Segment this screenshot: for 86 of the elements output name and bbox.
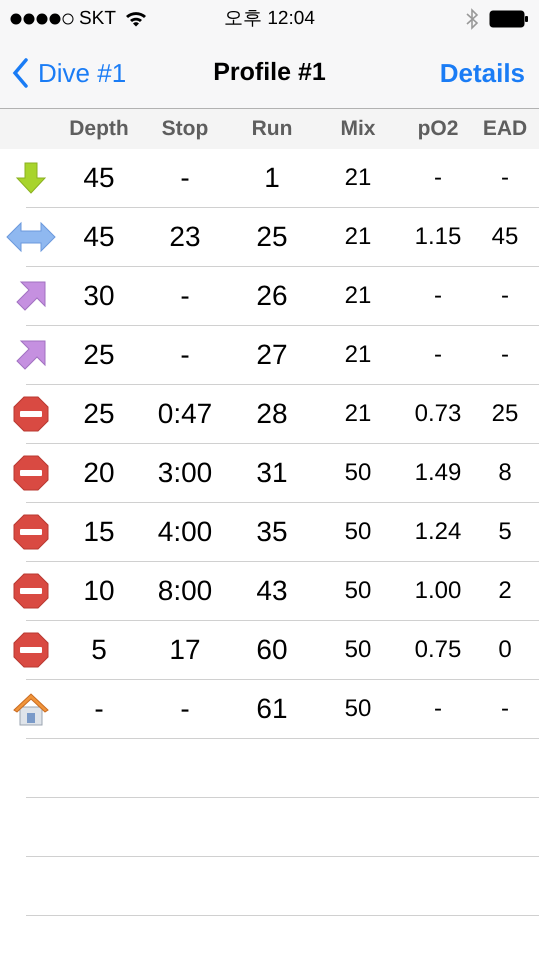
column-header: Depth — [68, 116, 130, 142]
table-cell-text: 45 — [82, 161, 116, 195]
table-cell-text: 2 — [497, 576, 513, 606]
down-arrow-icon — [14, 161, 48, 195]
house-icon — [13, 692, 49, 726]
table-cell-text: 4:00 — [156, 515, 214, 549]
left-right-arrow-icon — [6, 221, 56, 253]
table-cell-text: 10 — [82, 574, 116, 608]
table-cell-text: 21 — [344, 340, 372, 370]
column-header: Mix — [339, 116, 376, 142]
table-cell-text: 25 — [490, 399, 520, 429]
table-cell-text: 0.73 — [414, 399, 462, 429]
table-cell-text: 1.15 — [414, 222, 462, 252]
carrier-name: SKT — [79, 6, 116, 31]
table-cell-text: - — [179, 338, 191, 372]
table-cell-text: 50 — [344, 517, 372, 547]
table-cell-text: 50 — [344, 635, 372, 665]
stop-sign-icon — [13, 396, 49, 432]
table-cell-text: 21 — [344, 163, 372, 193]
table-cell-text: - — [93, 692, 105, 726]
wifi-icon — [124, 11, 147, 27]
table-cell-text: 21 — [344, 222, 372, 252]
table-cell-text: 5 — [497, 517, 513, 547]
chevron-left-icon — [12, 58, 28, 88]
table-cell-text: 0 — [497, 635, 513, 665]
table-cell-text: 50 — [344, 458, 372, 488]
table-cell-text: 1.24 — [414, 517, 462, 547]
battery-icon — [489, 10, 529, 28]
table-cell-text: 60 — [255, 633, 289, 667]
table-cell-text: 50 — [344, 576, 372, 606]
table-cell-text: 45 — [82, 220, 116, 254]
table-cell-text: 23 — [168, 220, 202, 254]
table-cell-text: 3:00 — [156, 456, 214, 490]
table-cell-text: 21 — [344, 281, 372, 311]
table-cell-text: 50 — [344, 694, 372, 724]
table-cell-text: 21 — [344, 399, 372, 429]
table-cell-text: - — [179, 279, 191, 313]
stop-sign-icon — [13, 455, 49, 491]
column-header: EAD — [482, 116, 528, 142]
table-cell-text: 25 — [255, 220, 289, 254]
table-cell-text: 15 — [82, 515, 116, 549]
table-cell-text: 61 — [255, 692, 289, 726]
stop-sign-icon — [13, 514, 49, 550]
table-cell-text: - — [433, 340, 443, 370]
screen-title: Profile #1 — [212, 57, 327, 88]
column-header: Stop — [160, 116, 210, 142]
table-cell-text: 8:00 — [156, 574, 214, 608]
table-cell-text: 20 — [82, 456, 116, 490]
table-cell-text: 27 — [255, 338, 289, 372]
bluetooth-icon — [465, 8, 479, 30]
table-cell-text: - — [179, 161, 191, 195]
table-cell-text: 45 — [490, 222, 520, 252]
table-cell-text: 25 — [82, 338, 116, 372]
table-cell-text: 30 — [82, 279, 116, 313]
signal-strength-icon — [10, 13, 76, 25]
table-cell-text: - — [179, 692, 191, 726]
table-cell-text: 1 — [263, 161, 281, 195]
details-button[interactable]: Details — [367, 54, 527, 92]
stop-sign-icon — [13, 632, 49, 668]
up-right-arrow-icon — [15, 339, 47, 371]
table-cell-text: 25 — [82, 397, 116, 431]
table-cell-text: 31 — [255, 456, 289, 490]
back-button[interactable]: Dive #1 — [12, 54, 172, 92]
table-cell-text: - — [500, 340, 510, 370]
table-cell-text: 1.00 — [414, 576, 462, 606]
table-cell-text: - — [500, 694, 510, 724]
table-cell-text: 26 — [255, 279, 289, 313]
table-cell-text: 28 — [255, 397, 289, 431]
table-cell-text: 5 — [90, 633, 108, 667]
table-cell-text: 35 — [255, 515, 289, 549]
table-cell-text: 17 — [168, 633, 202, 667]
stop-sign-icon — [13, 573, 49, 609]
table-cell-text: - — [500, 281, 510, 311]
table-cell-text: 43 — [255, 574, 289, 608]
table-cell-text: 0:47 — [156, 397, 214, 431]
table-cell-text: - — [433, 163, 443, 193]
table-cell-text: - — [433, 281, 443, 311]
column-header: Run — [250, 116, 294, 142]
up-right-arrow-icon — [15, 280, 47, 312]
status-time: 오후 12:04 — [223, 6, 316, 31]
table-cell-text: - — [433, 694, 443, 724]
table-cell-text: - — [500, 163, 510, 193]
table-cell-text: 8 — [497, 458, 513, 488]
column-header: pO2 — [416, 116, 460, 142]
table-cell-text: 0.75 — [414, 635, 462, 665]
table-cell-text: 1.49 — [414, 458, 462, 488]
